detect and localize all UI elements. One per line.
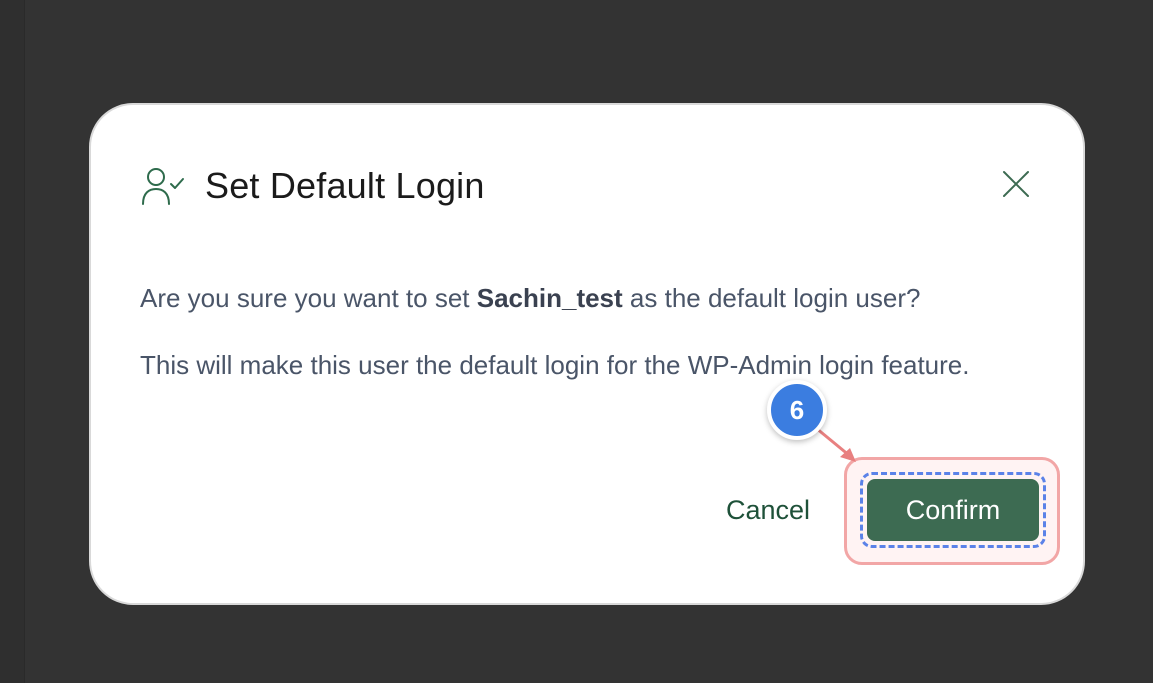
close-icon: [1002, 170, 1030, 203]
dialog-header: Set Default Login: [141, 165, 485, 207]
step-number-badge: 6: [767, 380, 827, 440]
description-text: This will make this user the default log…: [140, 350, 970, 380]
confirmation-message: Are you sure you want to set Sachin_test…: [140, 281, 1020, 315]
cancel-button[interactable]: Cancel: [726, 495, 810, 526]
background-sidebar-edge: [0, 0, 25, 683]
username: Sachin_test: [476, 283, 623, 313]
dialog-title: Set Default Login: [205, 165, 485, 206]
set-default-login-dialog: Set Default Login Are you sure you want …: [89, 103, 1085, 605]
message-suffix: as the default login user?: [622, 283, 921, 313]
annotation-arrow: [814, 426, 856, 462]
confirm-button[interactable]: Confirm: [867, 479, 1039, 541]
user-check-icon: [141, 166, 185, 206]
close-button[interactable]: [995, 165, 1037, 207]
message-prefix: Are you sure you want to set: [140, 283, 477, 313]
